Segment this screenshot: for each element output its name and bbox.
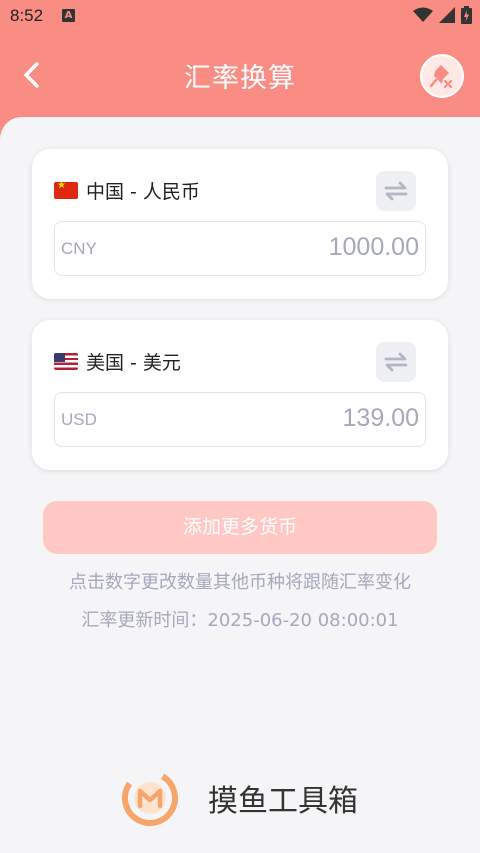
- amount-input-usd[interactable]: USD 139.00: [54, 392, 426, 447]
- cn-flag-icon: [54, 182, 78, 199]
- battery-icon: [461, 6, 472, 24]
- signal-icon: [439, 7, 455, 23]
- usage-hint: 点击数字更改数量其他币种将跟随汇率变化: [69, 572, 411, 593]
- status-time: 8:52: [10, 6, 44, 25]
- swap-button[interactable]: [376, 171, 416, 211]
- currency-name-label: 中国 - 人民币: [86, 181, 200, 203]
- add-currency-button[interactable]: 添加更多货币: [43, 501, 437, 554]
- wifi-icon: [413, 7, 433, 22]
- currency-card-cny: 中国 - 人民币 CNY 1000.00: [32, 149, 448, 299]
- status-bar: 8:52 A: [0, 0, 480, 32]
- page-title: 汇率换算: [184, 63, 296, 94]
- amount-input-cny[interactable]: CNY 1000.00: [54, 221, 426, 276]
- swap-button[interactable]: [376, 342, 416, 382]
- currency-name-label: 美国 - 美元: [86, 352, 181, 374]
- currency-name: 中国 - 人民币: [54, 177, 200, 204]
- brand-logo-icon: [122, 770, 178, 826]
- currency-code: USD: [61, 410, 97, 429]
- currency-name: 美国 - 美元: [54, 348, 181, 375]
- update-time: 汇率更新时间：2025-06-20 08:00:01: [81, 610, 399, 631]
- currency-code: CNY: [61, 239, 97, 258]
- amount-value[interactable]: 1000.00: [329, 233, 419, 262]
- app-header: 汇率换算: [0, 48, 480, 104]
- us-flag-icon: [54, 353, 78, 370]
- pin-off-icon: [429, 65, 453, 89]
- pin-button[interactable]: [420, 54, 464, 98]
- brand-footer: 摸鱼工具箱: [120, 768, 358, 828]
- swap-icon: [384, 352, 408, 372]
- amount-value[interactable]: 139.00: [343, 404, 419, 433]
- swap-icon: [384, 181, 408, 201]
- currency-card-usd: 美国 - 美元 USD 139.00: [32, 320, 448, 470]
- brand-name: 摸鱼工具箱: [208, 784, 358, 819]
- app-notification-icon: A: [62, 9, 75, 22]
